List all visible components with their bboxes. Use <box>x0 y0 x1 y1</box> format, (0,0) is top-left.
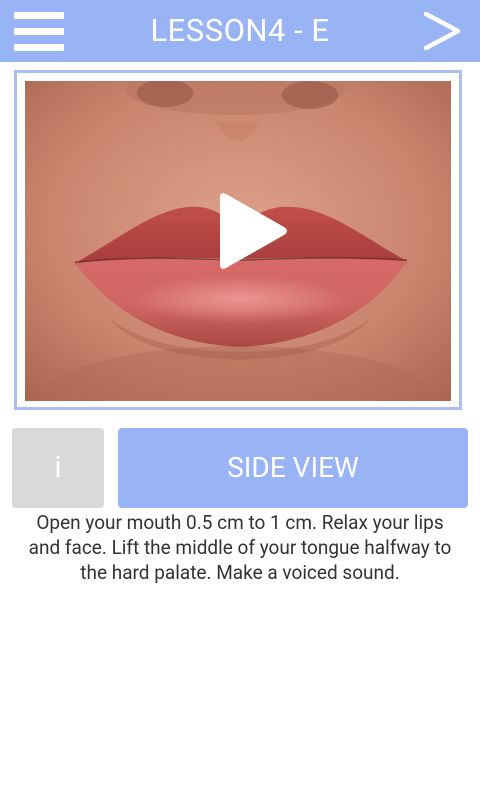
instruction-text: Open your mouth 0.5 cm to 1 cm. Relax yo… <box>28 511 452 584</box>
menu-bar-middle <box>14 28 64 35</box>
menu-bar-top <box>14 12 64 19</box>
menu-bar-bottom <box>14 44 64 51</box>
info-button[interactable]: i <box>12 428 104 508</box>
video-frame <box>14 70 462 410</box>
video-player[interactable] <box>25 81 451 401</box>
side-view-button[interactable]: SIDE VIEW <box>118 428 468 508</box>
play-icon[interactable] <box>212 186 292 276</box>
top-bar: LESSON4 - E <box>0 0 480 62</box>
lesson-title: LESSON4 - E <box>150 12 330 49</box>
menu-button[interactable] <box>14 12 64 52</box>
next-button[interactable] <box>420 8 464 54</box>
chevron-right-icon <box>423 11 461 51</box>
